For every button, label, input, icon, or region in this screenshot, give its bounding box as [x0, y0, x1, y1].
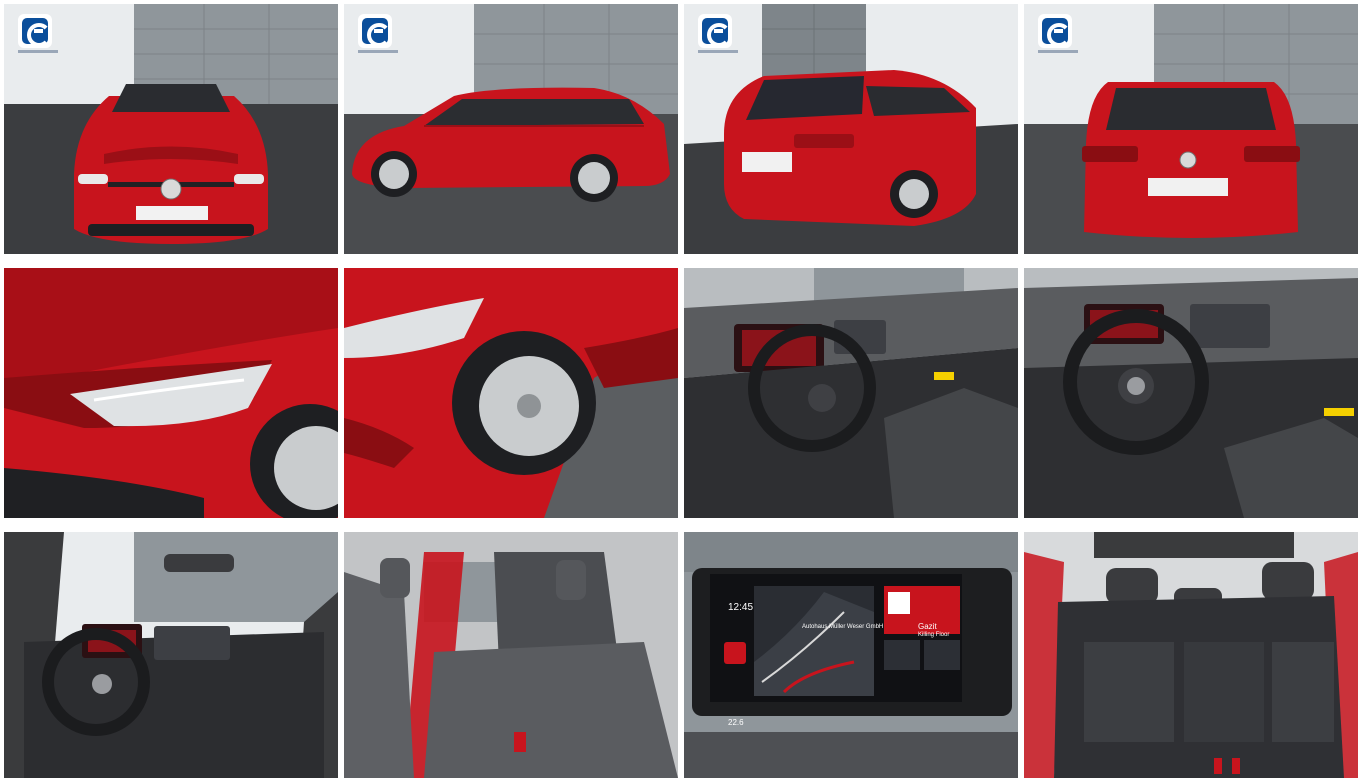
side-view-image: [344, 4, 678, 254]
media-title: Gazit: [918, 622, 937, 631]
dashboard-wide-image: [4, 532, 338, 778]
photo-rear[interactable]: [1024, 4, 1358, 254]
photo-wheel-detail[interactable]: [344, 268, 678, 518]
cockpit-center-image: [1024, 268, 1358, 518]
front-view-image: [4, 4, 338, 254]
photo-dashboard-wide[interactable]: [4, 532, 338, 778]
rear-three-quarter-image: [684, 4, 1018, 254]
dealer-logo-icon: [698, 14, 738, 53]
dealer-logo-icon: [1038, 14, 1078, 53]
photo-cockpit-center[interactable]: [1024, 268, 1358, 518]
wheel-detail-image: [344, 268, 678, 518]
cockpit-left-image: [684, 268, 1018, 518]
vw-badge-icon: [1179, 151, 1197, 169]
photo-rear-three-quarter[interactable]: [684, 4, 1018, 254]
media-subtitle: Killing Floor: [918, 632, 950, 638]
vw-badge-icon: [160, 178, 182, 200]
photo-infotainment-screen[interactable]: 12:45 22.6 Autohaus Müller Weser GmbH Ga…: [684, 532, 1018, 778]
screen-temperature: 22.6: [728, 718, 744, 727]
rear-seats-side-image: [344, 532, 678, 778]
headlight-detail-image: [4, 268, 338, 518]
map-poi-label: Autohaus Müller Weser GmbH: [802, 624, 884, 630]
rear-view-image: [1024, 4, 1358, 254]
photo-headlight-detail[interactable]: [4, 268, 338, 518]
rear-bench-image: [1024, 532, 1358, 778]
photo-front[interactable]: [4, 4, 338, 254]
vw-badge-icon: [1127, 377, 1145, 395]
photo-gallery-grid: 12:45 22.6 Autohaus Müller Weser GmbH Ga…: [0, 0, 1365, 778]
photo-rear-seats-side[interactable]: [344, 532, 678, 778]
infotainment-screen-image: [684, 532, 1018, 778]
photo-cockpit-left[interactable]: [684, 268, 1018, 518]
screen-clock: 12:45: [728, 602, 754, 613]
photo-side[interactable]: [344, 4, 678, 254]
dealer-logo-icon: [358, 14, 398, 53]
photo-rear-bench[interactable]: [1024, 532, 1358, 778]
dealer-logo-icon: [18, 14, 58, 53]
